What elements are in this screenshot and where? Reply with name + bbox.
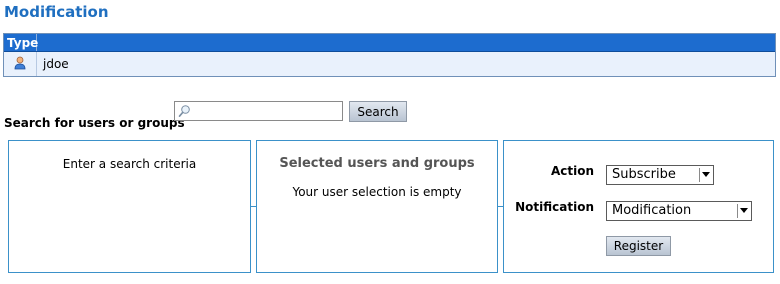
user-name: jdoe — [43, 57, 69, 71]
user-type-cell — [4, 52, 37, 76]
page-title: Modification — [4, 3, 109, 21]
search-button[interactable]: Search — [349, 101, 407, 122]
notification-select[interactable]: Modification — [606, 201, 752, 221]
type-column-header[interactable]: Type — [4, 34, 38, 51]
search-results-message: Enter a search criteria — [62, 157, 197, 171]
table-header: Type — [4, 34, 775, 52]
chevron-down-icon — [699, 168, 711, 182]
register-button[interactable]: Register — [606, 236, 671, 256]
table-row[interactable]: jdoe — [4, 52, 775, 76]
action-select[interactable]: Subscribe — [606, 165, 714, 185]
search-input[interactable] — [193, 103, 338, 119]
action-select-value: Subscribe — [612, 167, 676, 182]
user-icon — [13, 56, 27, 73]
subscription-settings-panel: Action Subscribe Notification Modificati… — [503, 140, 774, 273]
search-icon — [178, 104, 191, 121]
notification-select-value: Modification — [612, 203, 692, 218]
notification-label: Notification — [515, 200, 594, 214]
search-field[interactable] — [174, 101, 343, 121]
selected-users-panel: Selected users and groups Your user sele… — [256, 140, 498, 273]
chevron-down-icon — [737, 204, 749, 218]
search-label: Search for users or groups — [4, 116, 185, 130]
action-label: Action — [550, 164, 594, 178]
search-results-panel: Enter a search criteria — [8, 140, 251, 273]
subscriptions-table: Type jdoe — [3, 33, 776, 77]
selection-empty-message: Your user selection is empty — [292, 185, 462, 199]
selected-users-title: Selected users and groups — [279, 156, 475, 171]
